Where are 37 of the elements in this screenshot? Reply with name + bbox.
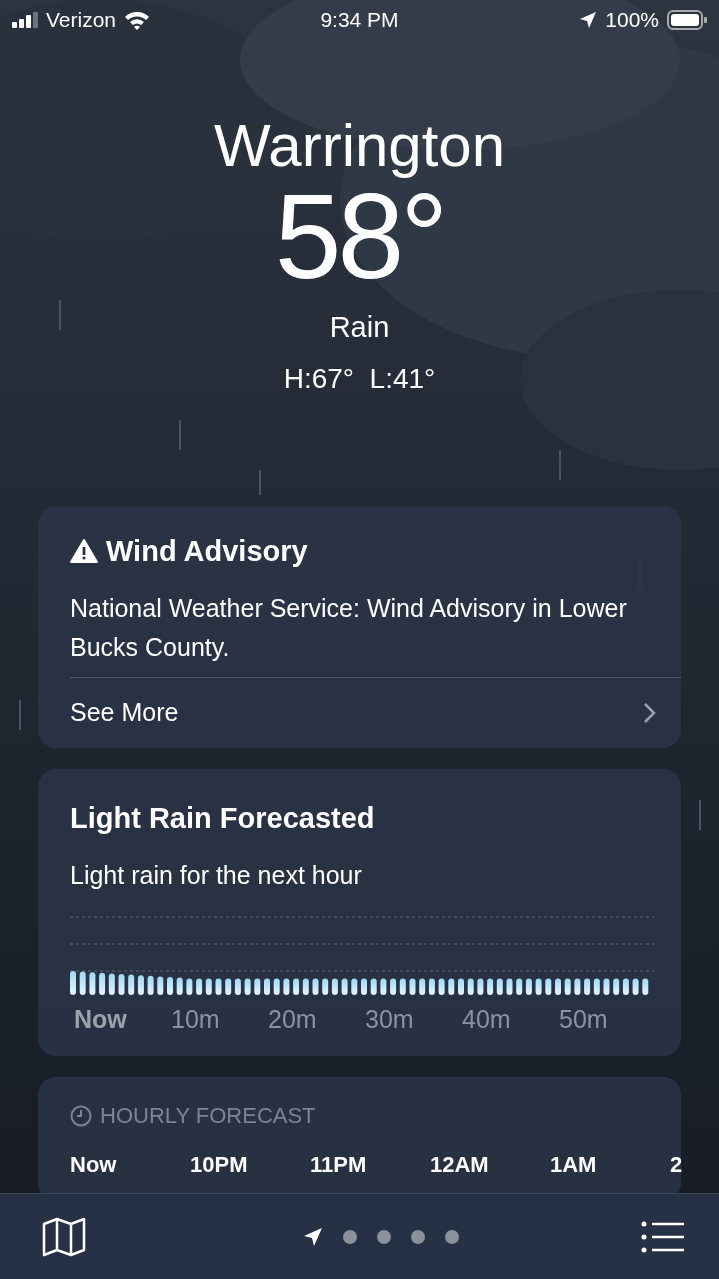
hour-label: 11PM — [310, 1151, 368, 1180]
time-axis-label: 40m — [461, 1003, 512, 1035]
page-dot[interactable] — [342, 1229, 357, 1244]
chevron-right-icon — [643, 701, 657, 724]
advisory-text: National Weather Service: Wind Advisory in Lower Bucks County. — [70, 593, 628, 663]
hourly-title: HOURLY FORECAST — [100, 1102, 316, 1131]
location-arrow-icon — [579, 11, 598, 29]
time-axis-label: 10m — [170, 1003, 221, 1035]
warning-icon — [70, 539, 98, 564]
time-axis-label: 30m — [364, 1003, 415, 1035]
hour-label: Now — [70, 1151, 118, 1180]
condition-text: Rain — [329, 311, 390, 343]
signal-icon — [12, 12, 38, 28]
clock-icon — [70, 1104, 92, 1127]
time-axis-label: 50m — [558, 1003, 609, 1035]
clock-time: 9:34 PM — [319, 7, 400, 34]
battery-percentage: 100% — [605, 7, 659, 34]
wifi-icon — [124, 10, 151, 30]
hour-label: 10PM — [190, 1151, 249, 1180]
carrier-name: Verizon — [46, 7, 117, 34]
page-dot[interactable] — [444, 1229, 459, 1244]
precipitation-subtitle: Light rain for the next hour — [70, 860, 363, 891]
page-dot[interactable] — [410, 1229, 425, 1244]
location-arrow-icon[interactable] — [302, 1226, 323, 1247]
page-dot[interactable] — [376, 1229, 391, 1244]
time-axis-label: Now — [73, 1003, 128, 1035]
map-icon[interactable] — [42, 1216, 86, 1257]
high-low-temperature: H:67° L:41° — [283, 362, 436, 394]
precipitation-title: Light Rain Forecasted — [70, 800, 376, 836]
hour-label: 12AM — [430, 1151, 490, 1180]
see-more-link[interactable]: See More — [70, 677, 681, 748]
time-axis-label: 20m — [267, 1003, 318, 1035]
hour-label: 1AM — [550, 1151, 598, 1180]
advisory-title: Wind Advisory — [106, 533, 308, 569]
hour-label: 2 — [670, 1151, 684, 1180]
battery-icon — [667, 10, 707, 30]
menu-icon[interactable] — [641, 1220, 685, 1253]
